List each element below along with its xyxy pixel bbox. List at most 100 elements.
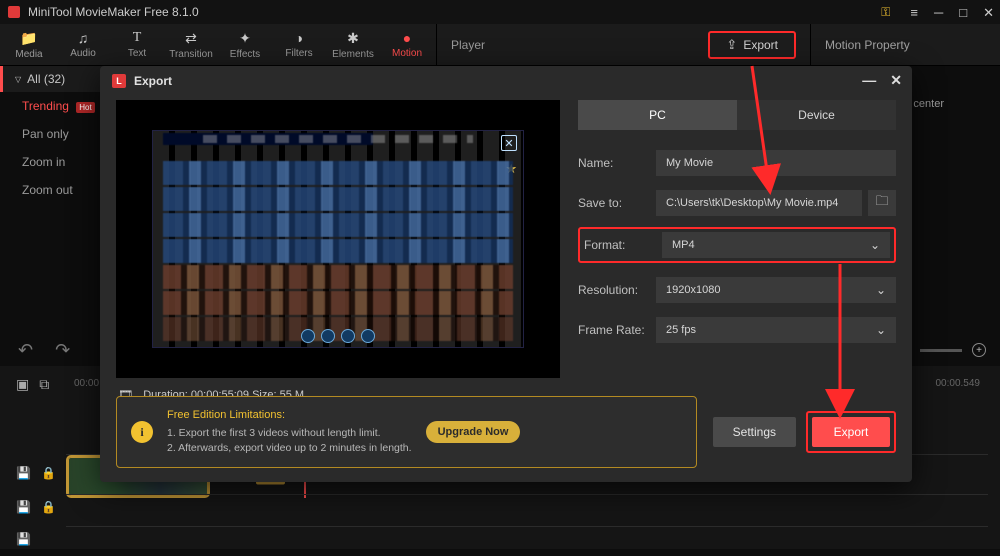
format-select[interactable]: MP4⌄ [662,232,890,258]
tool-filters-label: Filters [285,48,312,59]
limitations-banner: i Free Edition Limitations: 1. Export th… [116,396,697,468]
export-button[interactable]: Export [812,417,890,447]
format-value: MP4 [672,239,695,251]
maximize-button[interactable]: □ [959,6,967,19]
name-value: My Movie [666,157,713,169]
saveto-input[interactable]: C:\Users\tk\Desktop\My Movie.mp4 [656,190,862,216]
resolution-select[interactable]: 1920x1080 ⌄ [656,277,896,303]
export-form: PC Device Name: My Movie Save to: C:\Use… [578,100,896,402]
resolution-value: 1920x1080 [666,284,720,296]
format-label: Format: [584,238,662,252]
music-icon: ♫ [78,30,89,46]
tool-text-label: Text [128,48,146,59]
tab-device[interactable]: Device [737,100,896,130]
fps-select[interactable]: 25 fps⌄ [656,317,896,343]
right-panel-header: Motion Property [810,24,1000,65]
name-input[interactable]: My Movie [656,150,896,176]
tool-text[interactable]: TText [110,30,164,59]
elements-icon: ✱ [347,30,359,47]
lock-icon[interactable]: 🔒 [41,466,56,480]
upgrade-button[interactable]: Upgrade Now [426,421,521,443]
tool-transition-label: Transition [169,49,213,60]
zoom-slider-track[interactable] [920,349,962,352]
top-toolbar: 📁 Media ♫ Audio TText ⇄ Transition ✦ Effects… [0,24,1000,66]
effects-icon: ✦ [239,30,251,47]
dialog-action-buttons: Settings Export [713,411,896,453]
sidebar-all-label: All (32) [27,72,65,86]
export-top-label: Export [743,38,778,52]
app-title: MiniTool MovieMaker Free 8.1.0 [28,5,199,19]
tool-audio[interactable]: ♫ Audio [56,30,110,59]
name-label: Name: [578,156,656,170]
save-icon[interactable]: 💾 [16,466,31,480]
save-icon[interactable]: 💾 [16,532,31,546]
right-panel-title: Motion Property [825,38,910,52]
dialog-minimize-button[interactable]: — [862,72,876,89]
tool-elements[interactable]: ✱Elements [326,30,380,60]
settings-label: Settings [733,425,776,439]
minimize-button[interactable]: ─ [934,6,943,19]
filters-icon: ◑ [295,30,303,46]
saveto-value: C:\Users\tk\Desktop\My Movie.mp4 [666,197,838,209]
duplicate-track-button[interactable]: ⧉ [39,376,49,393]
resolution-label: Resolution: [578,283,656,297]
folder-icon: 📁 [20,30,37,47]
tool-transition[interactable]: ⇄ Transition [164,30,218,60]
redo-button[interactable]: ↷ [55,340,70,361]
preview-close-icon: ✕ [501,135,517,151]
text-track[interactable] [66,526,988,556]
preview-box: ✕ ★ [116,100,560,378]
tool-group: 📁 Media ♫ Audio TText ⇄ Transition ✦ Effects… [0,24,437,65]
hot-badge: Hot [76,102,94,113]
browse-folder-button[interactable]: 🗀 [868,190,896,216]
close-button[interactable]: ✕ [983,6,994,19]
tool-audio-label: Audio [70,48,96,59]
limitations-line1: 1. Export the first 3 videos without len… [167,427,381,439]
track-controls: 💾 🔒 [16,500,62,514]
info-icon: i [131,421,153,443]
ruler-time-end: 00:00.549 [936,378,981,389]
tool-media-label: Media [15,49,42,60]
fps-label: Frame Rate: [578,323,656,337]
dialog-footer: i Free Edition Limitations: 1. Export th… [116,396,896,468]
audio-track[interactable] [66,494,988,524]
tool-motion[interactable]: ●Motion [380,30,434,59]
export-dialog: L Export — ✕ ✕ ★ 🎞 Duration: 00:00:5 [100,66,912,482]
tool-effects[interactable]: ✦ Effects [218,30,272,60]
row-fps: Frame Rate: 25 fps⌄ [578,317,896,343]
row-format: Format: MP4⌄ [584,232,890,258]
limitations-line2: 2. Afterwards, export video up to 2 minu… [167,442,412,454]
settings-button[interactable]: Settings [713,417,796,447]
titlebar: MiniTool MovieMaker Free 8.1.0 ⚿ ≡ ─ □ ✕ [0,0,1000,24]
add-track-button[interactable]: ▣ [16,376,29,393]
tool-filters[interactable]: ◑ Filters [272,30,326,59]
menu-button[interactable]: ≡ [910,6,918,19]
preview-frame: ✕ ★ [152,130,524,348]
export-icon: ⇪ [726,37,737,53]
sidebar-item-label: Zoom out [22,183,73,197]
dialog-titlebar: L Export — ✕ [100,66,912,96]
player-panel-header: Player ⇪ Export [437,31,810,59]
folder-icon: 🗀 [875,192,888,214]
save-icon[interactable]: 💾 [16,500,31,514]
zoom-controls: + [902,343,986,357]
sidebar-item-label: Trending [22,99,69,113]
sidebar-item-label: Pan only [22,127,69,141]
upgrade-label: Upgrade Now [438,426,509,438]
lock-icon[interactable]: 🔒 [41,500,56,514]
key-icon[interactable]: ⚿ [881,6,890,18]
saveto-label: Save to: [578,196,656,210]
export-top-button[interactable]: ⇪ Export [708,31,796,59]
tool-effects-label: Effects [230,49,260,60]
tab-device-label: Device [798,108,835,122]
dialog-title: Export [134,74,172,88]
motion-icon: ● [403,30,411,46]
chevron-down-icon: ⌄ [876,283,886,297]
dialog-close-button[interactable]: ✕ [890,72,902,89]
tab-pc[interactable]: PC [578,100,737,130]
undo-button[interactable]: ↶ [18,340,33,361]
transition-icon: ⇄ [185,30,197,47]
tool-media[interactable]: 📁 Media [2,30,56,60]
track-controls: 💾 🔒 [16,466,62,480]
zoom-in-button[interactable]: + [972,343,986,357]
